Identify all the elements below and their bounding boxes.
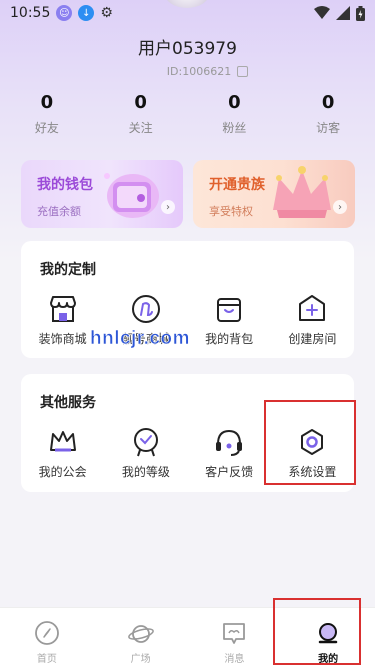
services-section-title: 其他服务 [40,395,96,411]
tab-messages[interactable]: 消息 [188,608,282,667]
stat-label: 粉丝 [222,121,247,135]
tab-home[interactable]: 首页 [0,608,94,667]
gear-status-icon: ⚙ [100,5,113,21]
wallet-art-icon [104,173,159,218]
signal-icon [336,6,350,20]
stat-visitors[interactable]: 0 访客 [282,92,375,136]
chevron-right-icon: › [333,200,347,214]
stat-value: 0 [134,92,147,113]
status-time: 10:55 [10,5,51,21]
grid-item-label: 我的等级 [121,465,170,479]
my-backpack-button[interactable]: 我的背包 [188,293,271,347]
highlight-box-settings [264,400,356,485]
tab-label: 消息 [224,654,245,665]
my-guild-button[interactable]: 我的公会 [21,426,104,480]
compass-icon [34,621,59,645]
wallet-card[interactable]: 我的钱包 充值余额 › [21,160,183,228]
stat-label: 关注 [128,121,153,135]
chevron-right-icon: › [161,200,175,214]
grid-item-label: 客户反馈 [205,465,254,479]
tab-label: 广场 [130,654,151,665]
app-notification-icon: ☺ [56,5,73,21]
stat-value: 0 [228,92,241,113]
download-icon: ↓ [78,5,95,21]
username: 用户053979 [138,39,237,59]
wifi-icon [314,6,330,19]
copy-icon[interactable] [237,66,249,77]
my-level-button[interactable]: 我的等级 [104,426,187,480]
profile-header: 用户053979 ID:1006621 [0,34,375,78]
crown-icon [49,431,76,452]
grid-item-label: 我的公会 [38,465,87,479]
watermark: hnlcjr.com [90,328,191,350]
stats-row: 0 好友 0 关注 0 粉丝 0 访客 [0,92,375,136]
shop-icon [49,296,76,322]
stat-label: 好友 [34,121,59,135]
headset-icon [216,429,243,456]
stat-friends[interactable]: 0 好友 [0,92,93,136]
create-room-button[interactable]: 创建房间 [271,293,354,347]
message-icon [223,623,246,644]
battery-icon [356,5,365,21]
user-id: ID:1006621 [166,65,232,78]
stat-value: 0 [40,92,54,113]
tab-label: 首页 [36,654,57,665]
level-badge-icon [133,428,158,457]
grid-item-label: 创建房间 [288,332,337,346]
pretty-number-icon [131,295,160,323]
create-room-icon [299,295,326,321]
stat-fans[interactable]: 0 粉丝 [188,92,281,136]
stat-value: 0 [321,92,335,113]
custom-section-title: 我的定制 [40,262,96,278]
stat-label: 访客 [316,121,341,135]
status-bar: 10:55 ☺ ↓ ⚙ [0,0,375,26]
highlight-box-profile-tab [273,598,361,665]
crown-art-icon [273,166,331,218]
tab-square[interactable]: 广场 [94,608,188,667]
stat-following[interactable]: 0 关注 [94,92,187,136]
promo-row: 我的钱包 充值余额 › 开通贵族 享受特权 › [21,160,355,228]
customer-feedback-button[interactable]: 客户反馈 [188,426,271,480]
backpack-icon [217,298,242,322]
grid-item-label: 我的背包 [205,332,254,346]
vip-card[interactable]: 开通贵族 享受特权 › [193,160,355,228]
planet-icon [127,625,154,643]
